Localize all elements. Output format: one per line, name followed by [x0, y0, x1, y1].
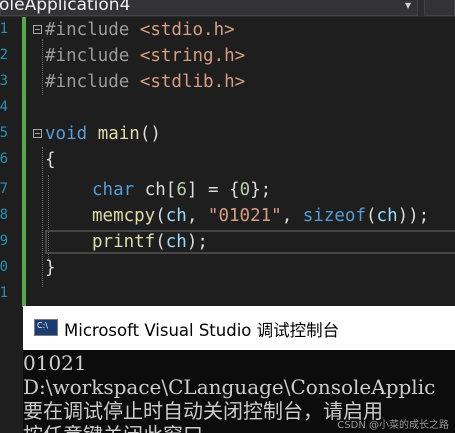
line-number: 0 — [0, 259, 8, 275]
code-line[interactable]: 4 — [0, 95, 455, 121]
punctuation: ( — [365, 206, 377, 226]
identifier: ch — [165, 232, 187, 252]
console-output-line: 要在调试停止时自动关闭控制台，请启用 — [23, 399, 383, 423]
console-output-line: D:\workspace\CLanguage\ConsoleApplic — [23, 375, 436, 399]
code-line[interactable]: 0 } — [0, 255, 455, 281]
include-header: <string.h> — [139, 46, 246, 66]
punctuation: ( — [155, 206, 166, 226]
console-titlebar[interactable]: C:\ Microsoft Visual Studio 调试控制台 — [23, 306, 455, 350]
preprocessor-directive: #include — [45, 20, 140, 40]
code-line[interactable]: 2 #include <string.h> — [0, 43, 455, 69]
debug-console-window[interactable]: C:\ Microsoft Visual Studio 调试控制台 01021 … — [23, 306, 455, 433]
console-icon-label: C:\ — [37, 321, 48, 330]
function-name: printf — [92, 232, 156, 252]
console-title: Microsoft Visual Studio 调试控制台 — [64, 321, 340, 340]
code-line[interactable]: 8 memcpy(ch, "01021", sizeof(ch)); — [0, 203, 455, 229]
punctuation: , — [281, 206, 303, 226]
code-text: #include <stdio.h> — [45, 19, 235, 41]
function-name: memcpy — [92, 206, 156, 226]
code-text: } — [45, 257, 56, 279]
line-number: 2 — [0, 47, 8, 63]
console-output-line: 01021 — [23, 351, 87, 375]
code-line[interactable]: 5 void main() — [0, 121, 455, 147]
punctuation: ] = { — [186, 180, 240, 200]
code-text: void main() — [45, 123, 161, 145]
project-dropdown-label: oleApplication4 — [0, 0, 131, 15]
punctuation: , — [186, 206, 208, 226]
code-line[interactable]: 1 — [0, 281, 455, 307]
identifier: ch — [144, 180, 166, 200]
line-number: 5 — [0, 125, 8, 141]
punctuation: }; — [250, 180, 272, 200]
include-header: <stdlib.h> — [139, 72, 246, 92]
preprocessor-directive: #include — [45, 72, 140, 92]
line-number: 1 — [0, 21, 8, 37]
collapse-icon[interactable] — [33, 129, 42, 138]
code-editor[interactable]: 1 #include <stdio.h> 2 #include <string.… — [0, 17, 455, 307]
code-line[interactable]: 7 char ch[6] = {0}; — [0, 177, 455, 203]
punctuation: ( — [155, 232, 166, 252]
string-literal: "01021" — [207, 206, 282, 226]
preprocessor-directive: #include — [45, 46, 140, 66]
code-line[interactable]: 6 { — [0, 147, 455, 173]
code-text: #include <stdlib.h> — [45, 71, 245, 93]
member-dropdown[interactable] — [424, 0, 455, 16]
collapse-icon[interactable] — [33, 25, 42, 34]
line-number: 4 — [0, 99, 8, 115]
include-header: <stdio.h> — [139, 20, 235, 40]
identifier: ch — [376, 206, 398, 226]
line-number: 1 — [0, 285, 8, 301]
line-number: 7 — [0, 181, 8, 197]
console-output[interactable]: 01021 D:\workspace\CLanguage\ConsoleAppl… — [23, 350, 455, 433]
punctuation: () — [139, 124, 161, 144]
identifier: ch — [165, 206, 187, 226]
code-line[interactable]: 1 #include <stdio.h> — [0, 17, 455, 43]
chevron-down-icon[interactable]: ▾ — [405, 0, 411, 12]
punctuation: ); — [186, 232, 208, 252]
code-text: #include <string.h> — [45, 45, 245, 67]
number-literal: 0 — [239, 180, 251, 200]
console-output-line: 按任意键关闭此窗口. . . — [23, 423, 235, 433]
code-text: char ch[6] = {0}; — [92, 179, 271, 201]
code-line[interactable]: 9 printf(ch); — [0, 229, 455, 255]
toolbar: oleApplication4 ▾ — [0, 0, 455, 17]
code-line[interactable]: 3 #include <stdlib.h> — [0, 69, 455, 95]
line-number: 6 — [0, 151, 8, 167]
line-number: 8 — [0, 207, 8, 223]
keyword: void — [45, 124, 88, 144]
project-dropdown[interactable]: oleApplication4 ▾ — [0, 0, 418, 16]
line-number: 3 — [0, 73, 8, 89]
keyword: sizeof — [302, 206, 366, 226]
console-app-icon: C:\ — [34, 319, 58, 336]
punctuation: )); — [397, 206, 430, 226]
code-text: printf(ch); — [92, 231, 208, 253]
punctuation: [ — [165, 180, 177, 200]
line-number: 9 — [0, 233, 8, 249]
watermark: CSDN @小菜的成长之路 — [337, 420, 449, 431]
function-name: main — [97, 124, 140, 144]
code-text: { — [45, 149, 56, 171]
keyword: char — [92, 180, 135, 200]
close-brace: } — [45, 258, 56, 278]
open-brace: { — [45, 150, 56, 170]
number-literal: 6 — [176, 180, 187, 200]
code-text: memcpy(ch, "01021", sizeof(ch)); — [92, 205, 429, 227]
